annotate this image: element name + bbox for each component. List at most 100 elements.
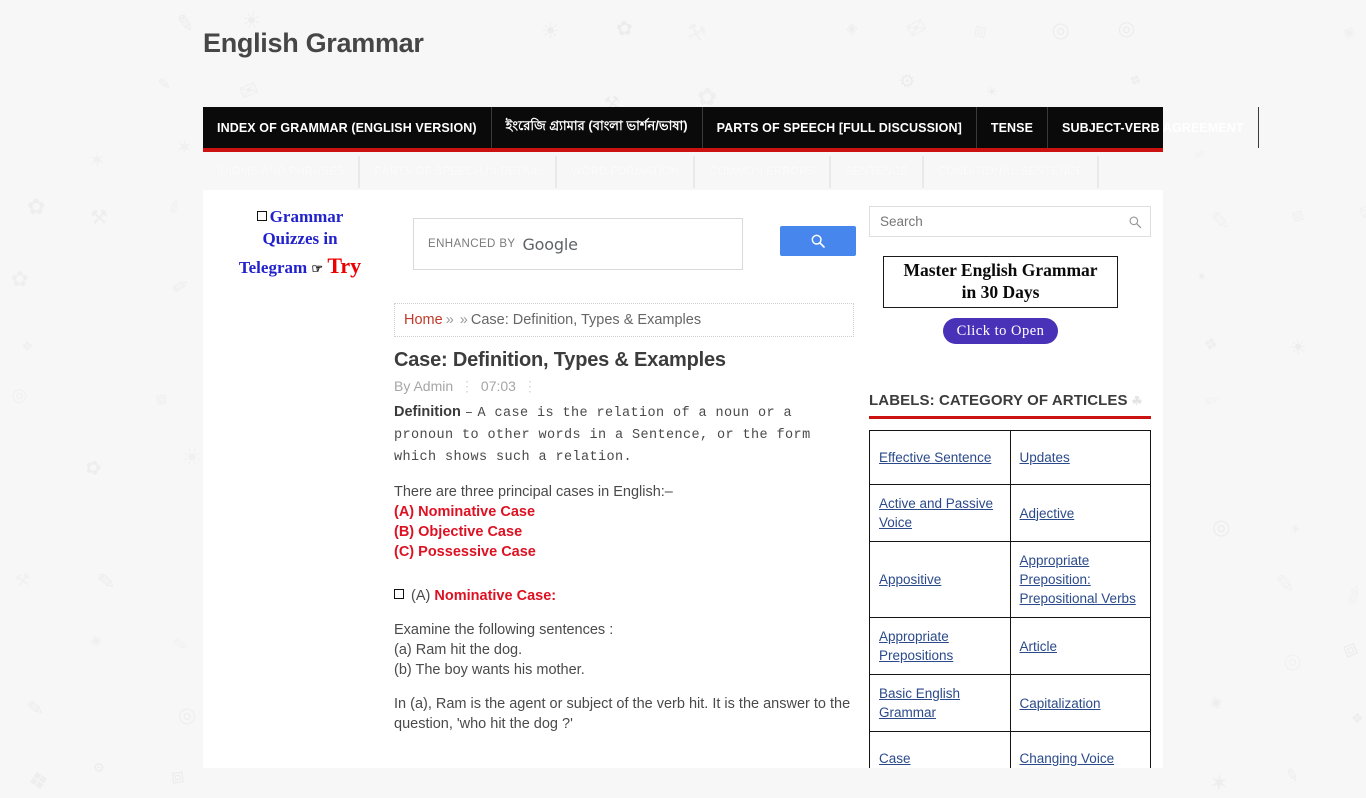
labels-table: Effective Sentence Updates Active and Pa…	[869, 430, 1151, 768]
nav-bangla-version[interactable]: ইংরেজি গ্র্যামার (বাংলা ভার্শন/ভাষা)	[492, 107, 703, 148]
nav2-sentence[interactable]: SENTENCE	[831, 156, 924, 188]
table-row: Appropriate Prepositions Article	[870, 618, 1151, 675]
nav2-idioms-and-phrases[interactable]: IDIOMS AND PHRASES	[203, 156, 360, 188]
promo-line-3: Telegram	[239, 258, 307, 277]
section-title: Nominative Case:	[434, 588, 556, 604]
table-cell: Appropriate Prepositions	[870, 618, 1011, 675]
search-icon	[810, 233, 826, 249]
table-cell: Appropriate Preposition: Prepositional V…	[1010, 542, 1151, 618]
google-custom-search: ENHANCED BY Google	[413, 218, 853, 270]
table-row: Active and Passive Voice Adjective	[870, 485, 1151, 542]
decorative-glyph-icon: ☘	[1132, 394, 1143, 408]
nav-subject-verb-agreement[interactable]: SUBJECT-VERB AGREEMENT	[1048, 107, 1259, 148]
pointing-hand-icon: ☞	[311, 261, 323, 276]
right-sidebar: Master English Grammar in 30 Days Click …	[867, 190, 1163, 768]
nav-spacer	[1259, 107, 1287, 148]
table-cell: Active and Passive Voice	[870, 485, 1011, 542]
case-item-b: (B) Objective Case	[394, 522, 859, 542]
definition-paragraph: Definition – A case is the relation of a…	[394, 402, 859, 468]
examine-line: Examine the following sentences :	[394, 620, 859, 640]
breadcrumb: Home » » Case: Definition, Types & Examp…	[394, 303, 854, 337]
breadcrumb-separator-2: »	[460, 312, 468, 328]
nav2-word-formation[interactable]: WORD FORMATION	[557, 156, 695, 188]
table-cell: Capitalization	[1010, 675, 1151, 732]
meta-separator-2: ⋮	[523, 378, 537, 394]
labels-heading-text: LABELS: CATEGORY OF ARTICLES	[869, 392, 1128, 409]
table-cell: Basic English Grammar	[870, 675, 1011, 732]
table-row: Appositive Appropriate Preposition: Prep…	[870, 542, 1151, 618]
table-cell: Changing Voice	[1010, 732, 1151, 769]
table-cell: Article	[1010, 618, 1151, 675]
search-input[interactable]	[878, 213, 1128, 230]
site-title: English Grammar	[203, 28, 424, 59]
label-link[interactable]: Basic English Grammar	[879, 686, 960, 720]
page-title: Case: Definition, Types & Examples	[394, 349, 864, 372]
nav-parts-of-speech[interactable]: PARTS OF SPEECH [FULL DISCUSSION]	[703, 107, 977, 148]
labels-section-heading: LABELS: CATEGORY OF ARTICLES ☘	[869, 392, 1151, 419]
post-time: 07:03	[481, 378, 516, 394]
sidebar-search-box[interactable]	[869, 206, 1151, 237]
definition-dash: –	[465, 406, 474, 421]
google-wordmark: Google	[522, 235, 577, 254]
nominative-section-heading: (A) Nominative Case:	[394, 586, 859, 606]
nav-index-of-grammar[interactable]: INDEX OF GRAMMAR (ENGLISH VERSION)	[203, 107, 492, 148]
table-cell: Adjective	[1010, 485, 1151, 542]
label-link[interactable]: Effective Sentence	[879, 450, 991, 465]
label-link[interactable]: Appropriate Preposition: Prepositional V…	[1020, 553, 1136, 606]
table-cell: Updates	[1010, 431, 1151, 485]
label-link[interactable]: Changing Voice	[1020, 751, 1115, 766]
table-row: Basic English Grammar Capitalization	[870, 675, 1151, 732]
explanation-paragraph: In (a), Ram is the agent or subject of t…	[394, 694, 859, 734]
table-cell: Case	[870, 732, 1011, 769]
promo-try-label[interactable]: Try	[327, 253, 361, 278]
case-item-c: (C) Possessive Case	[394, 542, 859, 562]
label-link[interactable]: Article	[1020, 639, 1058, 654]
bullet-box-icon	[394, 589, 404, 599]
article-body: Definition – A case is the relation of a…	[394, 402, 859, 748]
promo-banner[interactable]: Master English Grammar in 30 Days	[883, 256, 1118, 308]
nav2-conditional-sentence[interactable]: CONDITIONAL SENTENCE	[924, 156, 1099, 188]
mobile-box-icon	[257, 211, 267, 221]
label-link[interactable]: Updates	[1020, 450, 1070, 465]
breadcrumb-home-link[interactable]: Home	[404, 312, 443, 328]
example-b: (b) The boy wants his mother.	[394, 660, 859, 680]
post-meta: By Admin ⋮ 07:03 ⋮	[394, 378, 540, 395]
label-link[interactable]: Appropriate Prepositions	[879, 629, 953, 663]
article-column: ENHANCED BY Google Home » » Case: Defini…	[389, 190, 867, 768]
promo-line-2: Quizzes in	[262, 229, 337, 248]
breadcrumb-separator-1: »	[446, 312, 454, 328]
table-row: Case Changing Voice	[870, 732, 1151, 769]
example-a: (a) Ram hit the dog.	[394, 640, 859, 660]
click-to-open-button[interactable]: Click to Open	[943, 318, 1058, 344]
label-link[interactable]: Capitalization	[1020, 696, 1101, 711]
nav2-spacer	[1099, 156, 1163, 188]
label-link[interactable]: Appositive	[879, 572, 941, 587]
cases-intro: There are three principal cases in Engli…	[394, 482, 859, 502]
search-icon[interactable]	[1128, 215, 1142, 229]
cse-enhanced-by-label: ENHANCED BY	[428, 238, 515, 250]
secondary-navigation: IDIOMS AND PHRASES PARTS OF SPEECH IN DE…	[203, 156, 1163, 188]
label-link[interactable]: Active and Passive Voice	[879, 496, 993, 530]
label-link[interactable]: Case	[879, 751, 911, 766]
nav2-common-errors[interactable]: COMMON ERRORS	[695, 156, 831, 188]
site-header: English Grammar	[0, 0, 1366, 96]
cse-search-button[interactable]	[780, 226, 856, 256]
label-link[interactable]: Adjective	[1020, 506, 1075, 521]
section-prefix: (A)	[411, 588, 430, 604]
table-cell: Effective Sentence	[870, 431, 1011, 485]
primary-navigation: INDEX OF GRAMMAR (ENGLISH VERSION) ইংরেজ…	[203, 107, 1163, 152]
cse-search-input[interactable]: ENHANCED BY Google	[413, 218, 743, 270]
case-item-a: (A) Nominative Case	[394, 502, 859, 522]
promo-line-1: Grammar	[270, 207, 344, 226]
breadcrumb-current: Case: Definition, Types & Examples	[471, 312, 701, 328]
telegram-quiz-promo[interactable]: Grammar Quizzes in Telegram ☞ Try	[211, 206, 389, 280]
banner-line-2: in 30 Days	[962, 282, 1040, 304]
definition-label: Definition	[394, 404, 461, 420]
table-cell: Appositive	[870, 542, 1011, 618]
nav-tense[interactable]: TENSE	[977, 107, 1048, 148]
meta-separator-1: ⋮	[460, 378, 474, 394]
content-panel: Grammar Quizzes in Telegram ☞ Try ENHANC…	[203, 190, 1163, 768]
left-sidebar: Grammar Quizzes in Telegram ☞ Try	[203, 190, 389, 768]
banner-line-1: Master English Grammar	[903, 260, 1097, 282]
nav2-parts-of-speech-in-detail[interactable]: PARTS OF SPEECH IN DETAIL	[360, 156, 556, 188]
